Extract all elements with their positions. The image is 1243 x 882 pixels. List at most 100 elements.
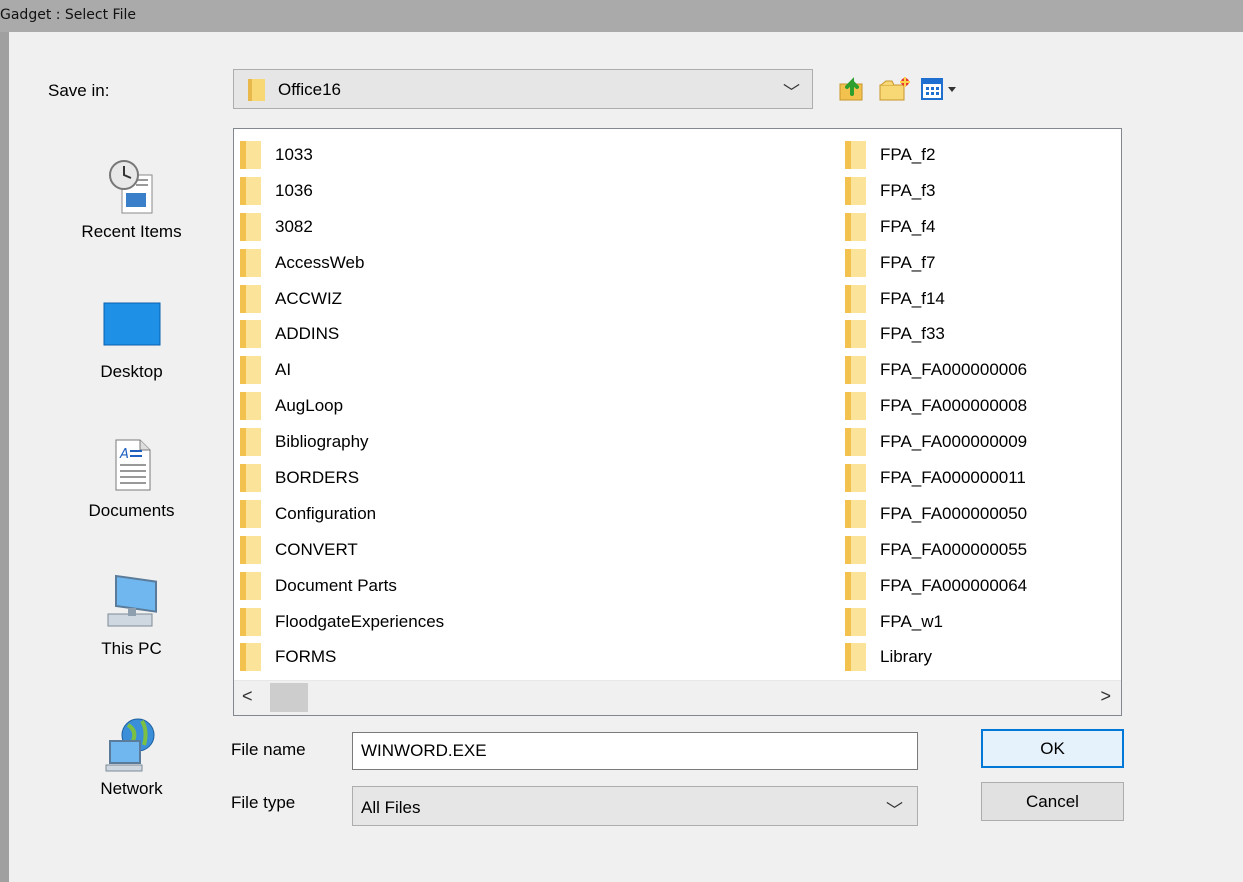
list-item-label: AI xyxy=(275,360,292,380)
list-item[interactable]: FPA_FA000000008 xyxy=(845,388,1027,424)
list-item[interactable]: 1033 xyxy=(240,137,444,173)
file-list[interactable]: 1033 1036 3082 AccessWeb ACCWIZ ADDINS AI AugLo… xyxy=(233,128,1122,716)
list-item-label: FPA_FA000000055 xyxy=(880,539,1028,559)
list-item[interactable]: Configuration xyxy=(240,496,444,532)
place-this-pc[interactable] xyxy=(48,574,215,637)
list-item[interactable]: ACCWIZ xyxy=(240,281,444,317)
network-icon xyxy=(105,718,154,772)
horizontal-scrollbar[interactable]: < > xyxy=(234,680,1121,715)
folder-icon xyxy=(240,535,261,564)
list-item-label: AugLoop xyxy=(275,396,344,416)
file-name-label: File name xyxy=(231,740,306,759)
list-item[interactable]: FPA_FA000000064 xyxy=(845,568,1027,604)
list-item-label: FPA_FA000000011 xyxy=(880,467,1026,487)
list-item[interactable]: FORMS xyxy=(240,639,444,675)
folder-icon xyxy=(845,356,866,385)
list-item[interactable]: FPA_f4 xyxy=(845,209,1027,245)
place-label: Documents xyxy=(88,501,175,520)
file-type-value: All Files xyxy=(361,798,421,817)
folder-icon xyxy=(240,248,261,277)
list-item[interactable]: FPA_f33 xyxy=(845,316,1027,352)
list-item[interactable]: Library xyxy=(845,639,1027,675)
list-item[interactable]: FPA_f2 xyxy=(845,137,1027,173)
list-item-label: ACCWIZ xyxy=(275,288,343,308)
file-name-input[interactable] xyxy=(352,732,918,770)
list-item[interactable]: FPA_FA000000006 xyxy=(845,352,1027,388)
list-item-label: Configuration xyxy=(275,503,377,523)
list-item[interactable]: FPA_w1 xyxy=(845,604,1027,640)
save-in-dropdown[interactable]: Office16 ﹀ xyxy=(233,69,813,109)
documents-icon: A xyxy=(115,439,150,491)
file-type-dropdown[interactable]: All Files ﹀ xyxy=(352,786,918,826)
window-border xyxy=(0,32,9,882)
folder-icon xyxy=(845,392,866,421)
list-item[interactable]: FPA_FA000000009 xyxy=(845,424,1027,460)
list-item[interactable]: FPA_f3 xyxy=(845,173,1027,209)
folder-icon xyxy=(240,428,261,457)
list-item-label: FPA_f14 xyxy=(880,288,945,308)
list-item[interactable]: AccessWeb xyxy=(240,245,444,281)
list-item[interactable]: 3082 xyxy=(240,209,444,245)
list-item[interactable]: FPA_FA000000011 xyxy=(845,460,1027,496)
save-in-label: Save in: xyxy=(48,81,110,100)
list-item-label: Library xyxy=(880,647,932,667)
up-folder-icon[interactable] xyxy=(838,76,866,102)
save-in-value: Office16 xyxy=(278,80,342,99)
scroll-right-arrow-icon[interactable]: > xyxy=(1100,686,1111,707)
folder-icon xyxy=(845,320,866,349)
file-column-1: 1033 1036 3082 AccessWeb ACCWIZ ADDINS AI AugLo… xyxy=(240,137,444,675)
list-item[interactable]: CONVERT xyxy=(240,532,444,568)
folder-icon xyxy=(845,428,866,457)
place-recent-items[interactable] xyxy=(48,157,215,222)
place-documents[interactable]: A xyxy=(48,438,215,497)
list-item[interactable]: AugLoop xyxy=(240,388,444,424)
place-desktop[interactable] xyxy=(48,301,215,352)
list-item-label: 1036 xyxy=(275,180,313,200)
list-item[interactable]: Bibliography xyxy=(240,424,444,460)
chevron-down-icon: ﹀ xyxy=(783,83,800,102)
folder-icon xyxy=(240,284,261,313)
folder-icon xyxy=(240,140,261,169)
scroll-thumb[interactable] xyxy=(270,683,308,712)
folder-icon xyxy=(240,607,261,636)
list-item[interactable]: FPA_FA000000055 xyxy=(845,532,1027,568)
list-item[interactable]: FPA_f14 xyxy=(845,281,1027,317)
list-item[interactable]: FloodgateExperiences xyxy=(240,604,444,640)
folder-icon xyxy=(845,284,866,313)
list-item[interactable]: Document Parts xyxy=(240,568,444,604)
recent-items-icon xyxy=(108,160,152,214)
places-bar: Recent Items Desktop A Documents This PC xyxy=(48,129,215,829)
folder-icon xyxy=(240,356,261,385)
folder-icon xyxy=(845,499,866,528)
list-item-label: FloodgateExperiences xyxy=(275,611,445,631)
this-pc-icon xyxy=(107,574,157,627)
list-item[interactable]: ADDINS xyxy=(240,316,444,352)
list-item-label: FPA_FA000000050 xyxy=(880,503,1028,523)
place-network[interactable] xyxy=(48,715,215,778)
list-item-label: FPA_f7 xyxy=(880,252,936,272)
list-item-label: FORMS xyxy=(275,647,337,667)
chevron-down-icon: ﹀ xyxy=(886,801,903,820)
folder-icon xyxy=(845,643,866,672)
list-item-label: Document Parts xyxy=(275,575,397,595)
folder-icon xyxy=(240,392,261,421)
list-item[interactable]: 1036 xyxy=(240,173,444,209)
list-item-label: FPA_f4 xyxy=(880,216,936,236)
list-item-label: FPA_FA000000008 xyxy=(880,396,1028,416)
list-item[interactable]: AI xyxy=(240,352,444,388)
list-item[interactable]: BORDERS xyxy=(240,460,444,496)
list-item-label: FPA_FA000000006 xyxy=(880,360,1028,380)
desktop-icon xyxy=(103,302,160,346)
list-item[interactable]: FPA_f7 xyxy=(845,245,1027,281)
list-item[interactable]: FPA_FA000000050 xyxy=(845,496,1027,532)
ok-button[interactable]: OK xyxy=(981,729,1124,768)
view-menu-icon[interactable] xyxy=(920,76,962,102)
scroll-left-arrow-icon[interactable]: < xyxy=(242,686,253,707)
folder-icon xyxy=(240,320,261,349)
new-folder-icon[interactable] xyxy=(878,76,912,102)
list-item-label: CONVERT xyxy=(275,539,358,559)
cancel-button[interactable]: Cancel xyxy=(981,782,1124,821)
folder-icon xyxy=(240,571,261,600)
list-item-label: BORDERS xyxy=(275,467,360,487)
list-item-label: FPA_f2 xyxy=(880,144,936,164)
